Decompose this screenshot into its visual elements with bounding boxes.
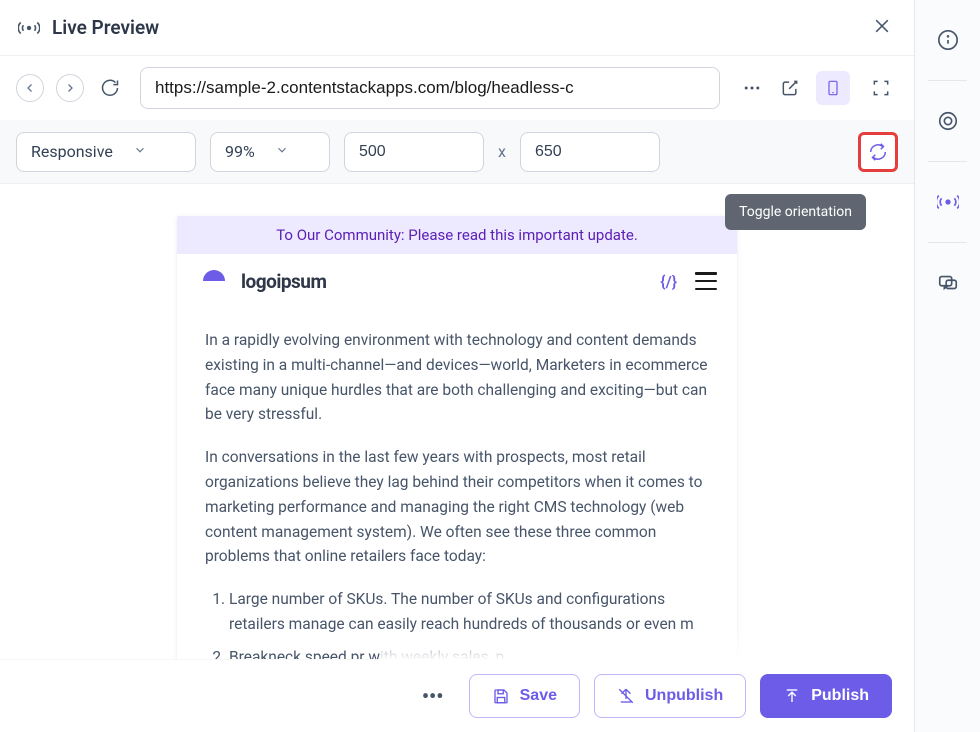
page-title: Live Preview	[52, 16, 872, 39]
broadcast-sidebar-icon[interactable]	[936, 190, 960, 214]
width-input[interactable]	[344, 132, 484, 172]
logo-text: logoipsum	[241, 270, 650, 293]
hamburger-menu[interactable]	[695, 272, 717, 290]
refresh-button[interactable]	[96, 74, 124, 102]
dimension-separator: x	[498, 142, 506, 161]
save-button[interactable]: Save	[469, 674, 580, 718]
zoom-select[interactable]: 99%	[210, 132, 330, 172]
back-button[interactable]	[16, 74, 44, 102]
height-input[interactable]	[520, 132, 660, 172]
preview-banner[interactable]: To Our Community: Please read this impor…	[177, 216, 737, 254]
bottom-action-bar: ••• Save Unpublish Publish	[0, 659, 914, 732]
external-link-button[interactable]	[778, 76, 802, 100]
publish-button[interactable]: Publish	[760, 674, 892, 718]
responsive-bar: Responsive 99% x	[0, 120, 914, 184]
zoom-label: 99%	[225, 142, 255, 161]
responsive-mode-label: Responsive	[31, 142, 113, 161]
orientation-tooltip: Toggle orientation	[725, 194, 866, 230]
url-bar	[0, 56, 914, 120]
unpublish-button[interactable]: Unpublish	[594, 674, 746, 718]
chat-icon[interactable]	[936, 271, 960, 295]
chevron-down-icon	[133, 142, 147, 161]
url-input[interactable]	[140, 67, 720, 109]
info-icon[interactable]	[936, 28, 960, 52]
more-actions-button[interactable]: •••	[411, 674, 455, 718]
fullscreen-toggle[interactable]	[864, 71, 898, 105]
target-icon[interactable]	[936, 109, 960, 133]
more-options-button[interactable]	[740, 76, 764, 100]
preview-paragraph-2: In conversations in the last few years w…	[205, 445, 709, 569]
broadcast-icon	[18, 17, 40, 39]
forward-button[interactable]	[56, 74, 84, 102]
unpublish-button-label: Unpublish	[645, 687, 723, 705]
save-button-label: Save	[520, 687, 557, 705]
logo-icon	[197, 268, 231, 294]
preview-header: logoipsum {/}	[177, 254, 737, 308]
mobile-device-toggle[interactable]	[816, 71, 850, 105]
json-icon[interactable]: {/}	[660, 272, 677, 291]
publish-button-label: Publish	[811, 687, 869, 705]
header: Live Preview	[0, 0, 914, 56]
publish-icon	[783, 687, 801, 705]
close-button[interactable]	[872, 16, 896, 40]
right-sidebar	[914, 0, 980, 732]
preview-paragraph-1: In a rapidly evolving environment with t…	[205, 328, 709, 427]
toggle-orientation-button[interactable]	[858, 132, 898, 172]
save-icon	[492, 687, 510, 705]
url-actions	[740, 71, 898, 105]
unpublish-icon	[617, 687, 635, 705]
responsive-mode-select[interactable]: Responsive	[16, 132, 196, 172]
main-area: Live Preview	[0, 0, 914, 732]
chevron-down-icon	[275, 142, 289, 161]
